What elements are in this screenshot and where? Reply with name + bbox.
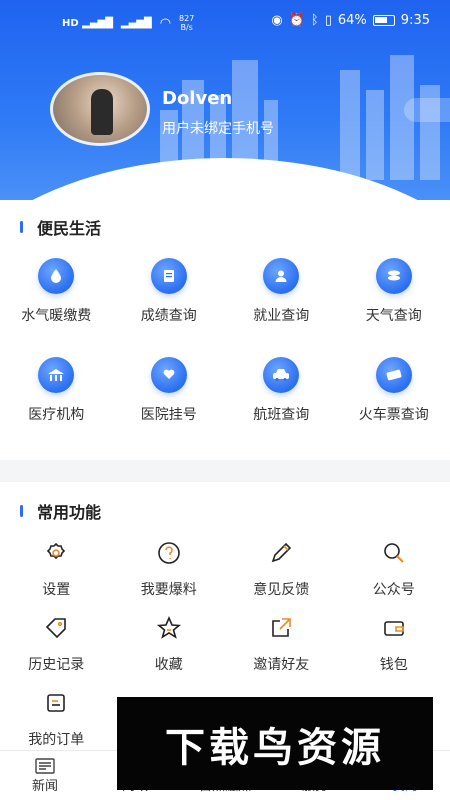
battery-icon	[372, 15, 395, 26]
service-weather[interactable]: 天气查询	[338, 258, 450, 325]
section-divider	[0, 460, 450, 482]
function-feedback[interactable]: 意见反馈	[225, 538, 338, 599]
heart-hand-icon	[150, 357, 187, 393]
gear-icon	[41, 538, 71, 568]
service-medical[interactable]: 医疗机构	[0, 357, 113, 424]
net-speed: 827	[179, 14, 195, 23]
service-grades[interactable]: 成绩查询	[113, 258, 226, 325]
vibrate-icon: ▯	[324, 13, 332, 28]
function-settings[interactable]: 设置	[0, 538, 113, 599]
functions-section-title: 常用功能	[20, 499, 101, 523]
document-icon	[150, 258, 187, 294]
search-icon	[379, 538, 409, 568]
tab-news[interactable]: 新闻	[0, 751, 90, 800]
profile-header: HD ▂▄▆█ ▂▄▆█ ◠ 827 B/s ◉ ⏰ ᛒ ▯ 64% 9:35 D…	[0, 0, 450, 200]
net-unit: B/s	[180, 23, 193, 32]
watermark-overlay: 下载鸟资源	[117, 697, 433, 790]
ticket-icon	[375, 357, 412, 393]
function-report-news[interactable]: 我要爆料	[113, 538, 226, 599]
hospital-icon	[38, 357, 75, 393]
username[interactable]: Dolven	[162, 88, 232, 109]
eye-icon: ◉	[271, 13, 283, 28]
wallet-icon	[379, 613, 409, 643]
clock: 9:35	[400, 13, 430, 28]
service-employment[interactable]: 就业查询	[225, 258, 338, 325]
function-invite-friends[interactable]: 邀请好友	[225, 613, 338, 674]
tag-icon	[41, 613, 71, 643]
order-icon	[41, 688, 71, 718]
service-water-gas-heat[interactable]: 水气暖缴费	[0, 258, 113, 325]
newspaper-icon	[35, 758, 55, 774]
section-marker	[20, 505, 23, 517]
question-icon	[154, 538, 184, 568]
function-history[interactable]: 历史记录	[0, 613, 113, 674]
section-marker	[20, 221, 23, 233]
wifi-icon: ◠	[159, 15, 172, 31]
battery-percent: 64%	[337, 13, 367, 28]
car-icon	[263, 357, 300, 393]
signal-icon: ▂▄▆█	[120, 17, 152, 29]
star-icon	[154, 613, 184, 643]
water-drop-icon	[38, 258, 75, 294]
status-bar: HD ▂▄▆█ ▂▄▆█ ◠ 827 B/s ◉ ⏰ ᛒ ▯ 64% 9:35	[0, 0, 450, 44]
services-section-title: 便民生活	[20, 215, 101, 239]
phone-binding-hint[interactable]: 用户未绑定手机号	[162, 118, 274, 138]
function-favorites[interactable]: 收藏	[113, 613, 226, 674]
person-card-icon	[263, 258, 300, 294]
pencil-icon	[266, 538, 296, 568]
service-train-tickets[interactable]: 火车票查询	[338, 357, 450, 424]
hd-signal-icon: HD ▂▄▆█	[62, 17, 113, 29]
cloud-icon	[375, 258, 412, 294]
services-grid: 水气暖缴费 成绩查询 就业查询 天气查询 医疗机构 医院挂号 航班查询 火车票查…	[0, 258, 450, 424]
header-side-tab[interactable]	[404, 98, 450, 122]
function-official-account[interactable]: 公众号	[338, 538, 450, 599]
avatar[interactable]	[50, 72, 150, 146]
bluetooth-icon: ᛒ	[310, 13, 319, 28]
service-flights[interactable]: 航班查询	[225, 357, 338, 424]
function-my-orders[interactable]: 我的订单	[0, 688, 113, 749]
share-icon	[266, 613, 296, 643]
service-hospital-registration[interactable]: 医院挂号	[113, 357, 226, 424]
alarm-icon: ⏰	[288, 13, 305, 28]
function-wallet[interactable]: 钱包	[338, 613, 450, 674]
